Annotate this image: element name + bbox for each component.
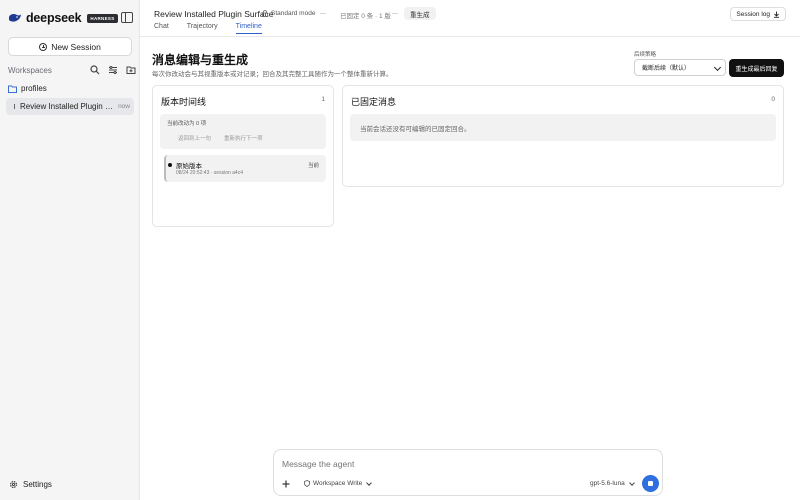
sidebar: deepseek HARNESS New Session Workspaces …: [0, 0, 140, 500]
chevron-down-icon: [713, 63, 722, 72]
edit-status-box: 当前改动为 0 项 返回到上一句 重新执行下一项: [160, 114, 326, 149]
pinned-count: 0: [771, 96, 775, 103]
model-select[interactable]: gpt-5.6-luna: [590, 479, 635, 487]
brand-logo[interactable]: deepseek HARNESS: [8, 11, 118, 25]
settings-label: Settings: [23, 480, 52, 489]
new-folder-icon[interactable]: [126, 65, 136, 75]
tab-timeline[interactable]: Timeline: [235, 23, 262, 34]
gear-icon: [10, 481, 17, 488]
tab-chat[interactable]: Chat: [154, 23, 169, 34]
plus-icon[interactable]: [281, 479, 291, 489]
sidebar-toggle-icon[interactable]: [121, 12, 133, 23]
download-icon: [774, 11, 779, 18]
pinned-messages-card: 已固定消息 0 当前会话还没有可编辑的已固定回合。: [342, 85, 784, 187]
workspaces-label: Workspaces: [8, 66, 52, 75]
session-log-button[interactable]: Session log: [730, 7, 786, 21]
edit-status-label: 当前改动为 0 项: [167, 121, 207, 127]
sidebar-item-profiles[interactable]: profiles: [8, 84, 47, 93]
plus-circle-icon: [39, 42, 48, 51]
regenerate-tab-button[interactable]: 重生成: [404, 7, 436, 20]
pinned-empty-state: 当前会话还没有可编辑的已固定回合。: [350, 114, 776, 141]
version-count: 1: [321, 96, 325, 103]
workspace-permission-label: Workspace Write: [313, 480, 363, 487]
next-step-button[interactable]: 重新执行下一项: [224, 134, 263, 142]
pin-status: 已固定 0 条 · 1 版: [340, 13, 391, 20]
version-timeline-title: 版本时间线: [161, 97, 207, 107]
current-badge: 当前: [307, 163, 319, 169]
new-session-button[interactable]: New Session: [8, 37, 132, 56]
settings-button[interactable]: Settings: [9, 480, 52, 489]
search-icon[interactable]: [90, 65, 100, 75]
version-item[interactable]: 原始版本 08/24 20:52:43 · session a4c4 当前: [164, 155, 326, 182]
chevron-down-icon: [628, 479, 635, 486]
mode-label: Standard mode: [271, 10, 316, 17]
lock-icon: [262, 10, 268, 17]
folder-icon: [8, 85, 17, 93]
tab-bar: Chat Trajectory Timeline: [154, 23, 262, 34]
version-bullet: [168, 163, 172, 167]
folder-label: profiles: [21, 84, 47, 93]
page-title: Review Installed Plugin Surface: [154, 9, 274, 19]
mode-selector[interactable]: Standard mode: [262, 10, 315, 17]
prev-step-button[interactable]: 返回到上一句: [178, 134, 211, 142]
session-title: Review Installed Plugin Surface: [20, 102, 115, 111]
strategy-label: 后续策略: [634, 52, 657, 58]
version-timeline-card: 版本时间线 1 当前改动为 0 项 返回到上一句 重新执行下一项 原始版本 08…: [152, 85, 334, 227]
main-content: 消息编辑与重生成 每次你改动会与其视重版本或对记录；回合及其完整工具随作为一个整…: [140, 37, 800, 500]
strategy-value: 截断后续（默认）: [642, 66, 691, 72]
chevron-down-icon: [366, 479, 373, 486]
pinned-messages-title: 已固定消息: [351, 97, 397, 107]
brand-tag: HARNESS: [87, 13, 118, 23]
new-session-label: New Session: [51, 41, 101, 52]
message-input[interactable]: [282, 459, 582, 469]
whale-logo-icon: [9, 13, 21, 22]
regenerate-last-reply-button[interactable]: 重生成最后回复: [729, 59, 784, 77]
session-indicator: [14, 104, 15, 109]
model-label: gpt-5.6-luna: [590, 480, 625, 487]
strategy-select[interactable]: 截断后续（默认）: [634, 59, 726, 76]
workspace-permission-select[interactable]: Workspace Write: [304, 479, 373, 487]
send-button[interactable]: [642, 475, 659, 492]
session-time: now: [118, 103, 130, 110]
more-menu-2[interactable]: ...: [392, 9, 398, 16]
brand-name: deepseek: [26, 11, 82, 25]
workspace-actions: [90, 65, 136, 75]
shield-icon: [304, 480, 310, 487]
version-meta: 08/24 20:52:43 · session a4c4: [176, 170, 243, 176]
topbar: Review Installed Plugin Surface Standard…: [140, 0, 800, 37]
session-list-item[interactable]: Review Installed Plugin Surface now: [6, 98, 134, 115]
message-composer: Workspace Write gpt-5.6-luna: [273, 449, 663, 496]
session-log-label: Session log: [736, 10, 770, 18]
stop-icon: [648, 481, 653, 486]
section-title: 消息编辑与重生成: [152, 53, 249, 67]
more-menu-1[interactable]: ...: [320, 9, 326, 16]
filter-icon[interactable]: [108, 65, 118, 75]
tab-trajectory[interactable]: Trajectory: [187, 23, 218, 34]
version-name: 原始版本: [176, 163, 202, 170]
section-subtitle: 每次你改动会与其视重版本或对记录；回合及其完整工具随作为一个整体重新计算。: [152, 71, 393, 78]
app-window: deepseek HARNESS New Session Workspaces …: [0, 0, 800, 500]
